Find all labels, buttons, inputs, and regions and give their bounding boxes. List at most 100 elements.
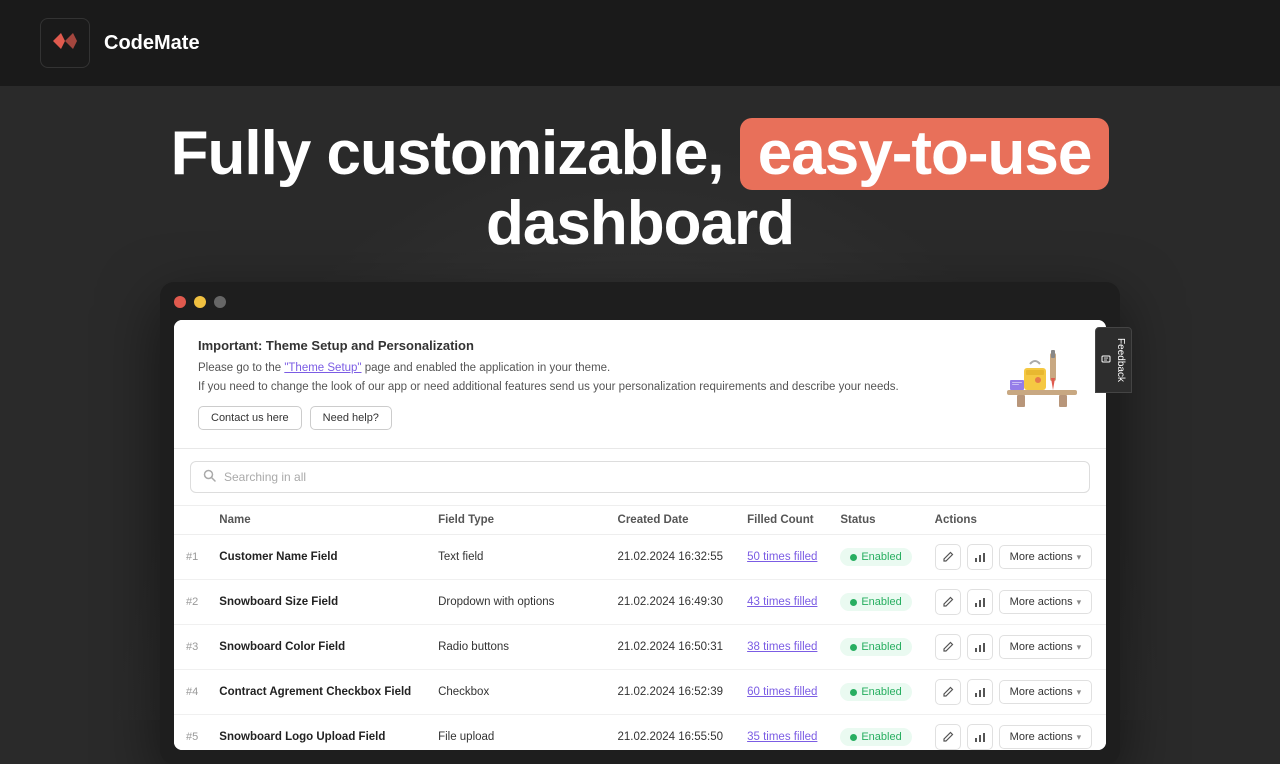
dot-yellow (194, 296, 206, 308)
row-name: Snowboard Logo Upload Field (207, 715, 426, 751)
edit-icon (942, 641, 954, 653)
more-actions-button[interactable]: More actions ▾ (999, 635, 1093, 659)
row-status: Enabled (828, 580, 922, 625)
hero-title: Fully customizable, easy-to-use dashboar… (40, 118, 1240, 258)
edit-button[interactable] (935, 724, 961, 750)
row-type: File upload (426, 715, 605, 751)
filled-link[interactable]: 38 times filled (747, 641, 817, 653)
paint-illustration (1002, 338, 1082, 408)
chevron-down-icon: ▾ (1077, 687, 1082, 698)
th-filled-count: Filled Count (735, 506, 828, 535)
stats-icon (974, 596, 986, 608)
status-dot (850, 734, 857, 741)
notice-line1: Please go to the "Theme Setup" page and … (198, 359, 899, 377)
stats-icon (974, 641, 986, 653)
row-status: Enabled (828, 715, 922, 751)
th-status: Status (828, 506, 922, 535)
more-actions-button[interactable]: More actions ▾ (999, 725, 1093, 749)
row-filled: 50 times filled (735, 535, 828, 580)
stats-button[interactable] (967, 634, 993, 660)
status-text: Enabled (861, 551, 901, 563)
status-badge: Enabled (840, 728, 911, 746)
edit-icon (942, 551, 954, 563)
search-bar[interactable]: Searching in all (190, 461, 1090, 493)
theme-setup-link[interactable]: "Theme Setup" (284, 362, 361, 374)
row-date: 21.02.2024 16:50:31 (606, 625, 736, 670)
status-dot (850, 689, 857, 696)
action-icons: More actions ▾ (935, 679, 1098, 705)
action-icons: More actions ▾ (935, 544, 1098, 570)
stats-button[interactable] (967, 589, 993, 615)
edit-button[interactable] (935, 679, 961, 705)
page-wrapper: CodeMate Fully customizable, easy-to-use… (0, 0, 1280, 720)
status-badge: Enabled (840, 593, 911, 611)
stats-button[interactable] (967, 679, 993, 705)
more-actions-label: More actions (1010, 596, 1073, 608)
table-row: #3 Snowboard Color Field Radio buttons 2… (174, 625, 1106, 670)
feedback-tab[interactable]: Feedback (1095, 327, 1132, 393)
more-actions-label: More actions (1010, 686, 1073, 698)
row-type: Text field (426, 535, 605, 580)
status-text: Enabled (861, 686, 901, 698)
logo-icon (51, 30, 79, 56)
chevron-down-icon: ▾ (1077, 597, 1082, 608)
action-icons: More actions ▾ (935, 724, 1098, 750)
row-status: Enabled (828, 670, 922, 715)
more-actions-button[interactable]: More actions ▾ (999, 680, 1093, 704)
th-num (174, 506, 207, 535)
search-bar-wrap: Searching in all (174, 449, 1106, 505)
status-dot (850, 644, 857, 651)
status-dot (850, 554, 857, 561)
edit-button[interactable] (935, 589, 961, 615)
stats-icon (974, 686, 986, 698)
row-actions: More actions ▾ (923, 580, 1106, 625)
dot-gray (214, 296, 226, 308)
chevron-down-icon: ▾ (1077, 552, 1082, 563)
notice-title: Important: Theme Setup and Personalizati… (198, 338, 899, 353)
status-badge: Enabled (840, 638, 911, 656)
th-field-type: Field Type (426, 506, 605, 535)
row-date: 21.02.2024 16:55:50 (606, 715, 736, 751)
feedback-label: Feedback (1115, 338, 1126, 382)
browser-mockup: Important: Theme Setup and Personalizati… (160, 282, 1120, 764)
chevron-down-icon: ▾ (1077, 642, 1082, 653)
stats-button[interactable] (967, 724, 993, 750)
dashboard: Important: Theme Setup and Personalizati… (174, 320, 1106, 750)
stats-icon (974, 551, 986, 563)
search-icon (203, 469, 216, 485)
hero-section: Fully customizable, easy-to-use dashboar… (0, 86, 1280, 282)
edit-button[interactable] (935, 634, 961, 660)
fields-table: Name Field Type Created Date Filled Coun… (174, 505, 1106, 750)
stats-button[interactable] (967, 544, 993, 570)
row-filled: 60 times filled (735, 670, 828, 715)
edit-button[interactable] (935, 544, 961, 570)
hero-prefix: Fully customizable, (171, 119, 740, 188)
row-actions: More actions ▾ (923, 625, 1106, 670)
th-name: Name (207, 506, 426, 535)
status-badge: Enabled (840, 683, 911, 701)
row-filled: 38 times filled (735, 625, 828, 670)
logo-box (40, 18, 90, 68)
row-type: Radio buttons (426, 625, 605, 670)
row-date: 21.02.2024 16:49:30 (606, 580, 736, 625)
row-name: Customer Name Field (207, 535, 426, 580)
filled-link[interactable]: 43 times filled (747, 596, 817, 608)
dot-red (174, 296, 186, 308)
filled-link[interactable]: 35 times filled (747, 731, 817, 743)
more-actions-button[interactable]: More actions ▾ (999, 545, 1093, 569)
header: CodeMate (0, 0, 1280, 86)
need-help-button[interactable]: Need help? (310, 406, 392, 430)
hero-highlight: easy-to-use (740, 118, 1110, 190)
more-actions-button[interactable]: More actions ▾ (999, 590, 1093, 614)
table-header-row: Name Field Type Created Date Filled Coun… (174, 506, 1106, 535)
browser-dots (174, 296, 1106, 308)
filled-link[interactable]: 50 times filled (747, 551, 817, 563)
row-num: #1 (174, 535, 207, 580)
status-text: Enabled (861, 731, 901, 743)
contact-us-button[interactable]: Contact us here (198, 406, 302, 430)
search-placeholder: Searching in all (224, 470, 306, 484)
row-num: #2 (174, 580, 207, 625)
filled-link[interactable]: 60 times filled (747, 686, 817, 698)
edit-icon (942, 731, 954, 743)
edit-icon (942, 686, 954, 698)
